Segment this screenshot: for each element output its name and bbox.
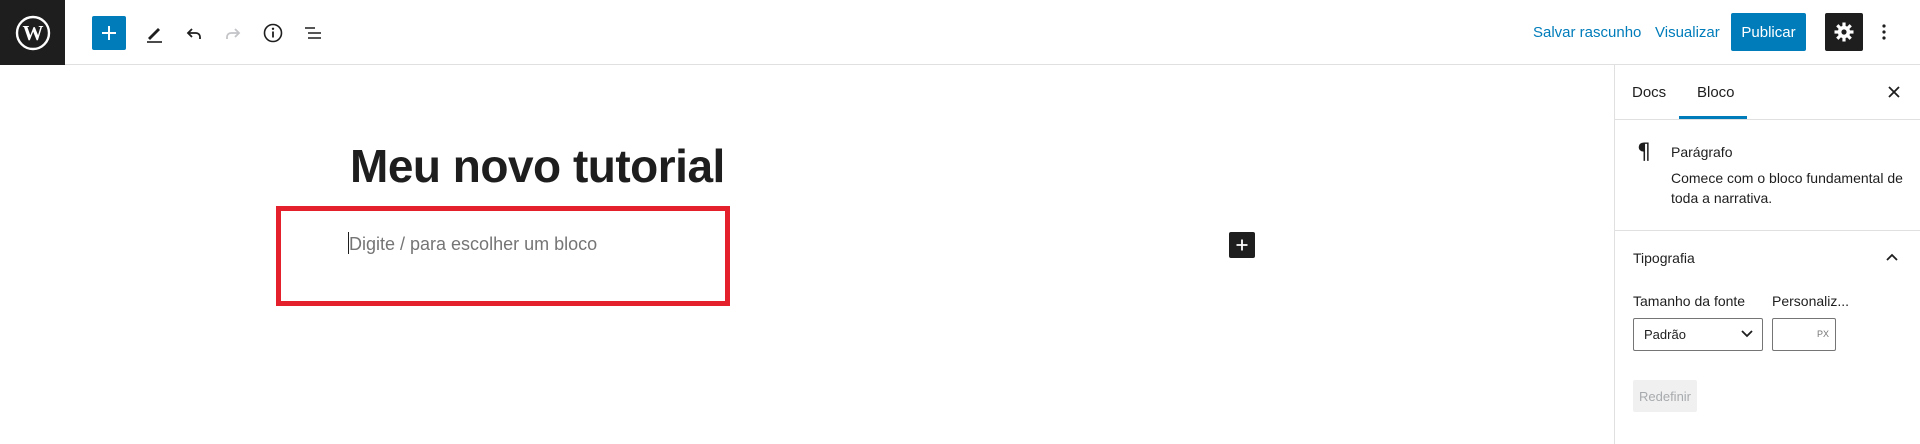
paragraph-block-input[interactable] [349, 231, 709, 257]
undo-button[interactable] [177, 16, 211, 50]
add-block-button[interactable] [92, 16, 126, 50]
redo-icon [226, 28, 241, 39]
font-size-select-value: Padrão [1644, 327, 1686, 342]
plus-icon [1236, 239, 1248, 251]
chevron-up-icon [1886, 253, 1898, 261]
gear-icon [1834, 22, 1854, 42]
sidebar-tabs: Docs Bloco [1615, 65, 1920, 120]
reset-button[interactable]: Redefinir [1633, 380, 1697, 412]
wordpress-logo-button[interactable]: W [0, 0, 65, 65]
more-options-button[interactable] [1874, 13, 1894, 51]
close-icon [1888, 86, 1900, 98]
svg-text:W: W [22, 21, 43, 45]
more-vertical-icon [1882, 24, 1886, 40]
plus-icon [102, 26, 116, 40]
chevron-down-icon [1741, 330, 1753, 338]
pencil-icon [147, 28, 162, 43]
block-name: Parágrafo [1671, 144, 1733, 160]
custom-font-size-input[interactable]: PX [1772, 318, 1836, 351]
close-sidebar-button[interactable] [1880, 78, 1908, 106]
publish-button[interactable]: Publicar [1731, 13, 1806, 51]
list-view-icon [305, 27, 321, 39]
font-size-label: Tamanho da fonte [1633, 293, 1746, 309]
wordpress-icon: W [15, 15, 50, 50]
details-button[interactable] [256, 16, 290, 50]
block-description: Comece com o bloco fundamental de toda a… [1671, 170, 1903, 206]
save-draft-button[interactable]: Salvar rascunho [1533, 24, 1641, 41]
block-card: ¶ Parágrafo Comece com o bloco fundament… [1615, 120, 1920, 231]
typography-panel-toggle[interactable] [1880, 245, 1904, 269]
tab-docs[interactable]: Docs [1632, 84, 1666, 101]
font-size-select[interactable]: Padrão [1633, 318, 1763, 351]
post-title[interactable]: Meu novo tutorial [350, 139, 725, 193]
settings-sidebar: Docs Bloco ¶ Parágrafo Comece com o bloc… [1614, 65, 1920, 444]
paragraph-icon: ¶ [1637, 140, 1651, 165]
editor-canvas: Meu novo tutorial [0, 65, 1614, 444]
info-icon [263, 23, 283, 43]
active-tab-indicator [1679, 116, 1747, 119]
typography-panel-title[interactable]: Tipografia [1633, 250, 1695, 266]
settings-button[interactable] [1825, 13, 1863, 51]
redo-button[interactable] [216, 16, 250, 50]
tools-button[interactable] [137, 16, 171, 50]
editor-header: W Salvar rascunho Visualizar Publicar [0, 0, 1920, 65]
tab-block[interactable]: Bloco [1697, 84, 1735, 101]
list-view-button[interactable] [296, 16, 330, 50]
block-inserter-button[interactable] [1229, 232, 1255, 258]
preview-button[interactable]: Visualizar [1655, 24, 1720, 41]
custom-size-label: Personaliz... [1772, 293, 1850, 309]
undo-icon [186, 28, 201, 39]
unit-label: PX [1816, 329, 1829, 339]
